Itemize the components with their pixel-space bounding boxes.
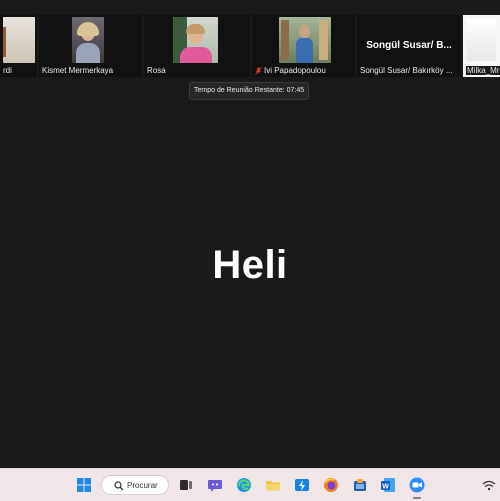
search-label: Procurar: [127, 481, 158, 490]
edge-icon[interactable]: [236, 477, 252, 493]
taskbar-search-box[interactable]: Procurar: [101, 475, 169, 495]
top-bar: [0, 0, 500, 15]
search-icon: [114, 481, 124, 491]
participant-tile[interactable]: Songül Susar/ B... Songül Susar/ Bakırkö…: [357, 15, 461, 77]
participant-tile[interactable]: Rosa: [144, 15, 250, 77]
active-app-indicator: [413, 497, 421, 499]
video-thumbnail: [467, 19, 496, 61]
participant-name: Kismet Mermerkaya: [42, 66, 114, 75]
firefox-icon[interactable]: [323, 477, 339, 493]
svg-text:W: W: [382, 483, 389, 490]
mic-muted-icon: [255, 67, 262, 75]
participant-name: Milka_Mr: [466, 66, 500, 75]
participant-tile[interactable]: Ivi Papadopoulou: [252, 15, 355, 77]
participant-tile[interactable]: Milka_Mr: [463, 15, 500, 77]
zoom-icon[interactable]: [409, 477, 425, 493]
meeting-time-tooltip: Tempo de Reunião Restante: 07:45: [189, 82, 310, 100]
task-view-icon[interactable]: [178, 477, 194, 493]
participant-tile[interactable]: Kismet Mermerkaya: [39, 15, 142, 77]
wifi-icon[interactable]: [482, 477, 496, 493]
participant-name: rdi: [3, 66, 12, 75]
participant-name: Rosa: [147, 66, 166, 75]
word-icon[interactable]: W: [380, 477, 396, 493]
app-icon[interactable]: [352, 477, 368, 493]
participant-name: Songül Susar/ Bakırköy ...: [360, 66, 453, 75]
file-explorer-icon[interactable]: [265, 477, 281, 493]
participant-tile[interactable]: rdi: [0, 15, 37, 77]
store-icon[interactable]: [294, 477, 310, 493]
taskbar: Procurar W: [0, 468, 500, 501]
video-thumbnail: [279, 17, 331, 63]
chat-icon[interactable]: [207, 477, 223, 493]
active-speaker-name: Heli: [212, 243, 288, 287]
participant-name: Ivi Papadopoulou: [264, 66, 326, 75]
video-thumbnail: [72, 17, 104, 63]
participant-strip: rdi Kismet Mermerkaya Rosa Ivi Papadopou…: [0, 15, 500, 77]
video-thumbnail: [173, 17, 218, 63]
windows-start-icon[interactable]: [76, 477, 92, 493]
video-thumbnail: [3, 17, 35, 63]
participant-title: Songül Susar/ B...: [366, 40, 452, 51]
